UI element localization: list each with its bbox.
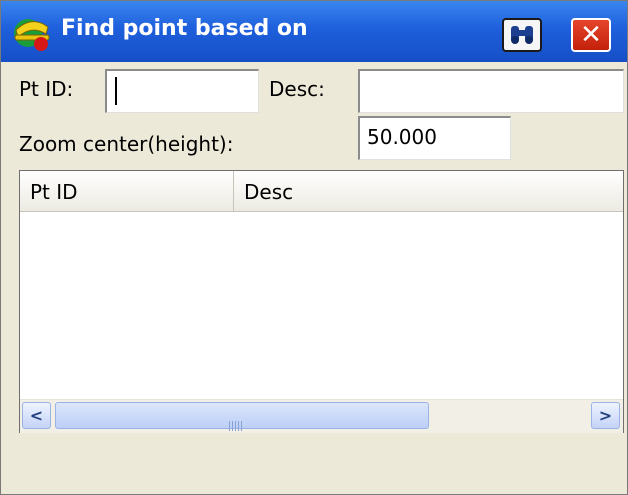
desc-input[interactable] (358, 69, 624, 113)
zoom-center-value: 50.000 (367, 125, 437, 149)
scrollbar-thumb[interactable] (55, 402, 429, 431)
chevron-right-icon: > (598, 406, 613, 425)
column-header-desc[interactable]: Desc (234, 171, 623, 211)
grip-icon (229, 412, 244, 436)
surveyor-hardhat-icon (14, 19, 50, 51)
zoom-center-input[interactable]: 50.000 (358, 116, 511, 160)
close-icon: ✕ (580, 20, 602, 50)
zoom-center-label: Zoom center(height): (19, 132, 234, 156)
find-button[interactable] (502, 18, 542, 52)
scroll-left-button[interactable]: < (22, 402, 51, 429)
close-button[interactable]: ✕ (571, 18, 611, 52)
desc-label: Desc: (269, 77, 325, 101)
dialog-title: Find point based on (61, 16, 308, 41)
title-bar: Find point based on ✕ (1, 1, 627, 62)
text-cursor (115, 77, 117, 105)
points-list[interactable]: Pt ID Desc < > (19, 170, 624, 433)
scroll-right-button[interactable]: > (591, 402, 620, 429)
pt-id-input[interactable] (105, 69, 259, 113)
find-point-dialog: Find point based on ✕ Pt ID: Desc: Zoom … (0, 0, 628, 495)
horizontal-scrollbar[interactable]: < > (20, 399, 623, 433)
binoculars-icon (511, 26, 533, 44)
pt-id-label: Pt ID: (19, 77, 74, 101)
column-header-pt-id[interactable]: Pt ID (20, 171, 234, 211)
chevron-left-icon: < (29, 406, 44, 425)
list-header: Pt ID Desc (20, 171, 623, 212)
